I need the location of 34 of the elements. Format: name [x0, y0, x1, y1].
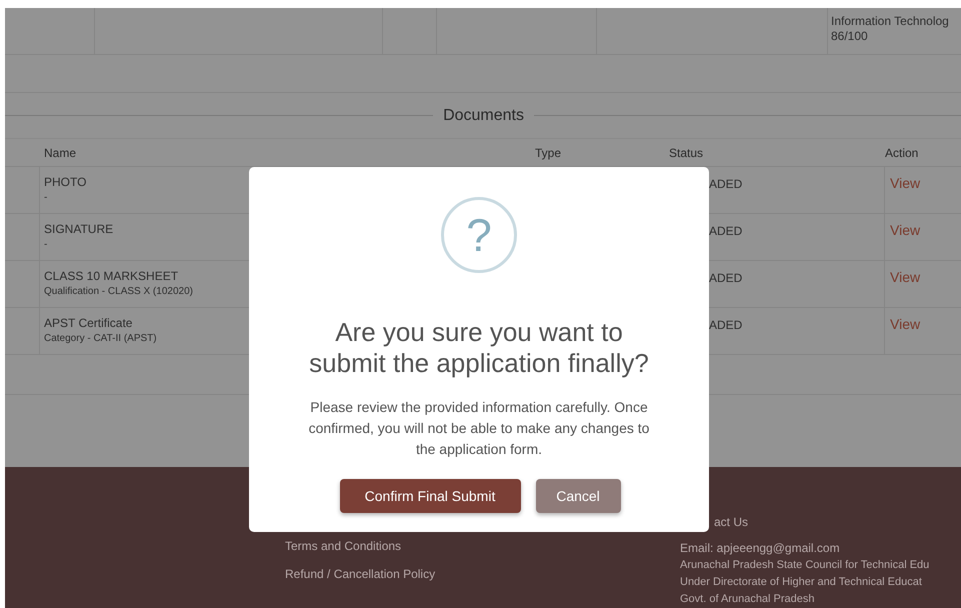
footer-heading: act Us — [714, 514, 748, 531]
contact-text: Under Directorate of Higher and Technical Educat — [680, 575, 923, 590]
status-text: ADED — [709, 318, 742, 332]
document-detail: - — [44, 191, 48, 205]
status-text: ADED — [709, 177, 742, 191]
document-detail: Qualification - CLASS X (102020) — [44, 285, 193, 299]
document-name: CLASS 10 MARKSHEET — [44, 268, 178, 284]
dialog-title: Are you sure you want to submit the application finally? — [308, 317, 650, 379]
contact-text: Govt. of Arunachal Pradesh — [680, 592, 816, 607]
footer-link[interactable]: Refund / Cancellation Policy — [285, 565, 436, 583]
document-name: APST Certificate — [44, 315, 132, 331]
document-detail: - — [44, 238, 48, 252]
column-header: Name — [43, 144, 78, 162]
dialog-message: Please review the provided information carefully. Once confirmed, you will not be able to make any changes to the application form. — [308, 398, 650, 459]
footer-link[interactable]: Terms and Conditions — [285, 537, 402, 555]
status-text: ADED — [709, 271, 742, 285]
question-icon: ? — [441, 197, 517, 273]
contact-text: Arunachal Pradesh State Council for Technical Edu — [680, 558, 930, 573]
cancel-button[interactable]: Cancel — [536, 479, 620, 513]
column-header: Type — [535, 144, 562, 162]
document-detail: Category - CAT-II (APST) — [44, 332, 157, 346]
view-link[interactable]: View — [890, 222, 920, 238]
document-name: SIGNATURE — [44, 221, 114, 237]
confirm-button[interactable]: Confirm Final Submit — [340, 479, 520, 513]
document-name: PHOTO — [44, 174, 86, 190]
status-text: ADED — [709, 224, 742, 238]
column-header: Status — [669, 144, 704, 162]
column-header: Action — [885, 144, 920, 162]
table-cell-text: Information Technolog 86/100 — [831, 14, 950, 44]
view-link[interactable]: View — [890, 269, 920, 285]
contact-text: Email: apjeeengg@gmail.com — [680, 540, 841, 557]
section-title: Documents — [442, 106, 525, 126]
view-link[interactable]: View — [890, 175, 920, 191]
view-link[interactable]: View — [890, 316, 920, 332]
